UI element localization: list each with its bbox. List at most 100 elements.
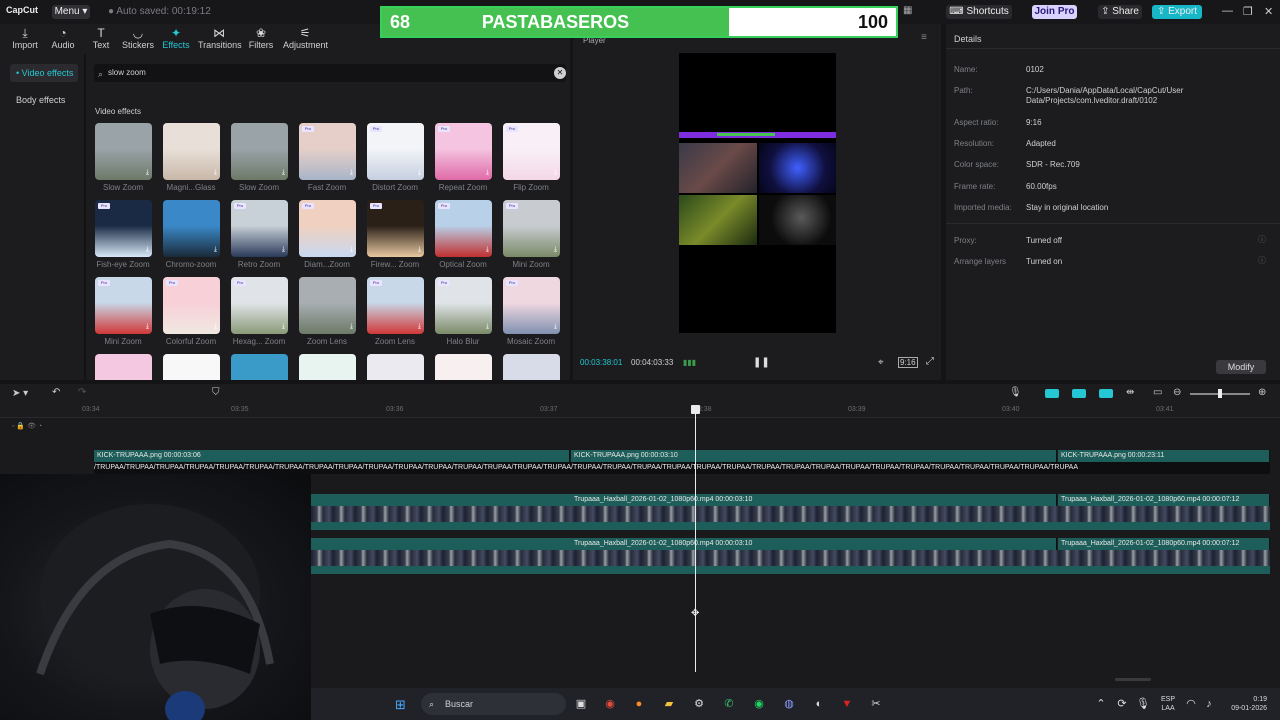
effect-thumbnail[interactable] bbox=[163, 354, 220, 380]
capcut-icon[interactable]: ✂ bbox=[868, 696, 884, 712]
fullscreen-icon[interactable]: ⤢ bbox=[926, 356, 934, 367]
tray-chevron-icon[interactable]: ⌃ bbox=[1093, 696, 1109, 712]
download-icon[interactable]: ⤓ bbox=[554, 169, 557, 177]
snap-icon[interactable] bbox=[1072, 389, 1086, 398]
tab-transitions[interactable]: ⋈ Transitions bbox=[198, 26, 242, 50]
minimize-icon[interactable]: — bbox=[1222, 5, 1233, 17]
whatsapp-icon[interactable]: ✆ bbox=[721, 696, 737, 712]
effect-thumbnail[interactable] bbox=[95, 354, 152, 380]
export-button[interactable]: ⇪ Export bbox=[1152, 5, 1202, 19]
language-indicator[interactable]: ESP LAA bbox=[1161, 695, 1175, 713]
overlay-clip[interactable]: KICK-TRUPAAA.png 00:00:03:10 bbox=[571, 450, 1057, 462]
tab-audio[interactable]: ◔ Audio bbox=[42, 26, 84, 50]
effect-thumbnail[interactable]: Pro ⤓ bbox=[435, 123, 492, 180]
effect-thumbnail[interactable]: Pro ⤓ bbox=[299, 200, 356, 257]
split-icon[interactable]: ⇹ bbox=[1126, 387, 1134, 398]
overlay-clip[interactable]: KICK-TRUPAAA.png 00:00:23:11 bbox=[1058, 450, 1270, 462]
download-icon[interactable]: ⤓ bbox=[554, 323, 557, 331]
download-icon[interactable]: ⤓ bbox=[418, 246, 421, 254]
effect-thumbnail[interactable]: Pro ⤓ bbox=[367, 200, 424, 257]
undo-icon[interactable]: ↶ bbox=[52, 387, 60, 398]
tab-stickers[interactable]: ◡ Stickers bbox=[117, 26, 159, 50]
download-icon[interactable]: ⤓ bbox=[214, 246, 217, 254]
effect-thumbnail[interactable] bbox=[367, 354, 424, 380]
playhead[interactable] bbox=[695, 406, 696, 672]
download-icon[interactable]: ⤓ bbox=[146, 323, 149, 331]
download-icon[interactable]: ⤓ bbox=[350, 169, 353, 177]
download-icon[interactable]: ⤓ bbox=[486, 246, 489, 254]
ratio-button[interactable]: 9:16 bbox=[898, 357, 918, 368]
info-icon[interactable]: ⓘ bbox=[1258, 234, 1266, 245]
effect-thumbnail[interactable]: Pro ⤓ bbox=[435, 200, 492, 257]
chrome-icon[interactable]: ◉ bbox=[602, 696, 618, 712]
zoom-in-icon[interactable]: ⊕ bbox=[1258, 387, 1266, 398]
playhead-handle[interactable] bbox=[691, 405, 700, 414]
download-icon[interactable]: ⤓ bbox=[282, 169, 285, 177]
effect-thumbnail[interactable]: ⤓ bbox=[163, 200, 220, 257]
spotify-icon[interactable]: ◉ bbox=[751, 696, 767, 712]
download-icon[interactable]: ⤓ bbox=[418, 169, 421, 177]
effect-thumbnail[interactable]: ⤓ bbox=[95, 123, 152, 180]
effect-thumbnail[interactable]: Pro ⤓ bbox=[435, 277, 492, 334]
redo-icon[interactable]: ↷ bbox=[78, 387, 86, 398]
marker-icon[interactable]: ⛉ bbox=[212, 387, 220, 398]
modify-button[interactable]: Modify bbox=[1216, 360, 1266, 374]
download-icon[interactable]: ⤓ bbox=[418, 323, 421, 331]
zoom-slider-handle[interactable] bbox=[1218, 389, 1222, 398]
effect-thumbnail[interactable]: Pro ⤓ bbox=[231, 200, 288, 257]
effect-thumbnail[interactable] bbox=[435, 354, 492, 380]
video-clip[interactable]: Trupaaa_Haxball_2026-01-02_1080p60.mp4 0… bbox=[571, 494, 1057, 506]
file-explorer-icon[interactable]: ▰ bbox=[661, 696, 677, 712]
download-icon[interactable]: ⤓ bbox=[350, 246, 353, 254]
video-clip[interactable] bbox=[311, 494, 571, 506]
close-icon[interactable]: ✕ bbox=[1264, 5, 1273, 18]
tab-adjustment[interactable]: ⚟ Adjustment bbox=[283, 26, 328, 50]
effect-thumbnail[interactable]: Pro ⤓ bbox=[299, 123, 356, 180]
effect-thumbnail[interactable]: Pro ⤓ bbox=[95, 277, 152, 334]
firefox-icon[interactable]: ● bbox=[631, 696, 647, 712]
fit-icon[interactable]: ⌖ bbox=[878, 357, 884, 368]
video-clip[interactable] bbox=[311, 538, 571, 550]
windows-start-icon[interactable]: ⊞ bbox=[395, 697, 406, 713]
tray-icon[interactable]: ⟳ bbox=[1114, 696, 1130, 712]
track-controls-icon[interactable]: ▫ 🔒 👁 ◔ bbox=[12, 422, 42, 430]
wifi-icon[interactable]: ◠ bbox=[1183, 696, 1199, 712]
player-menu-icon[interactable]: ≡ bbox=[921, 32, 927, 43]
clear-search-icon[interactable]: ✕ bbox=[554, 67, 566, 79]
settings-icon[interactable]: ⚙ bbox=[691, 696, 707, 712]
download-icon[interactable]: ⤓ bbox=[214, 323, 217, 331]
taskbar-search-input[interactable]: Buscar bbox=[421, 693, 566, 715]
effect-thumbnail[interactable] bbox=[299, 354, 356, 380]
effect-thumbnail[interactable]: Pro ⤓ bbox=[231, 277, 288, 334]
search-input[interactable]: slow zoom bbox=[94, 64, 566, 82]
caption-icon[interactable]: ▭ bbox=[1153, 387, 1162, 398]
app-icon[interactable]: ◐ bbox=[811, 696, 827, 712]
download-icon[interactable]: ⤓ bbox=[214, 169, 217, 177]
zoom-out-icon[interactable]: ⊖ bbox=[1173, 387, 1181, 398]
taskbar-clock[interactable]: 0:19 09-01-2026 bbox=[1223, 695, 1267, 713]
tab-filters[interactable]: ❀ Filters bbox=[240, 26, 282, 50]
tab-text[interactable]: T Text bbox=[80, 26, 122, 50]
shortcuts-button[interactable]: ⌨ Shortcuts bbox=[946, 5, 1012, 19]
sidebar-item-body-effects[interactable]: Body effects bbox=[10, 91, 78, 109]
info-icon[interactable]: ⓘ bbox=[1258, 255, 1266, 266]
timeline-ruler[interactable]: 03:34 03:35 03:36 03:37 03:38 03:39 03:4… bbox=[0, 404, 1280, 418]
volume-icon[interactable]: ♪ bbox=[1201, 696, 1217, 712]
effect-thumbnail[interactable]: Pro ⤓ bbox=[503, 277, 560, 334]
effect-thumbnail[interactable] bbox=[503, 354, 560, 380]
download-icon[interactable]: ⤓ bbox=[146, 169, 149, 177]
preview-axis-icon[interactable] bbox=[1099, 389, 1113, 398]
menu-button[interactable]: Menu ▾ bbox=[52, 5, 90, 19]
select-tool-icon[interactable]: ➤ ▾ bbox=[12, 388, 28, 399]
video-clip[interactable]: Trupaaa_Haxball_2026-01-02_1080p60.mp4 0… bbox=[1058, 538, 1270, 550]
tab-import[interactable]: ⤓ Import bbox=[4, 26, 46, 50]
link-icon[interactable] bbox=[1045, 389, 1059, 398]
effect-thumbnail[interactable]: Pro ⤓ bbox=[163, 277, 220, 334]
effect-thumbnail[interactable]: Pro ⤓ bbox=[95, 200, 152, 257]
download-icon[interactable]: ⤓ bbox=[486, 323, 489, 331]
tab-effects[interactable]: ✦ Effects bbox=[155, 26, 197, 50]
overlay-clip[interactable]: KICK-TRUPAAA.png 00:00:03:06 bbox=[94, 450, 570, 462]
timeline-scrollbar[interactable] bbox=[1115, 678, 1151, 681]
text-strip[interactable]: /TRUPAA/TRUPAA/TRUPAA/TRUPAA/TRUPAA/TRUP… bbox=[94, 462, 1270, 474]
effect-thumbnail[interactable]: Pro ⤓ bbox=[367, 123, 424, 180]
